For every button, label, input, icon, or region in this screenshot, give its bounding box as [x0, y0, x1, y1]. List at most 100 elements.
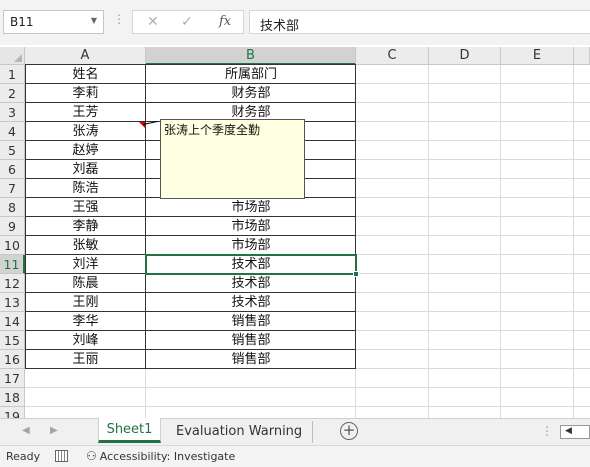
gridline-vertical — [428, 65, 429, 418]
cell-a9[interactable]: 李静 — [25, 217, 146, 236]
scroll-left-icon[interactable]: ◀ — [565, 426, 572, 436]
row-header-18[interactable]: 18 — [0, 388, 25, 407]
drag-handle-icon[interactable]: ⋮ — [113, 12, 125, 26]
table-border-horizontal — [25, 368, 356, 369]
row-header-13[interactable]: 13 — [0, 293, 25, 312]
table-border-horizontal — [25, 235, 356, 236]
sheet-tab-evaluation-warning[interactable]: Evaluation Warning — [166, 421, 314, 443]
cell-a15[interactable]: 刘峰 — [25, 331, 146, 350]
cell-a5[interactable]: 赵婷 — [25, 141, 146, 160]
cell-b16[interactable]: 销售部 — [146, 350, 356, 369]
row-header-8[interactable]: 8 — [0, 198, 25, 217]
accessibility-icon: ⚇ — [86, 449, 97, 463]
row-header-6[interactable]: 6 — [0, 160, 25, 179]
table-border-horizontal — [25, 311, 356, 312]
cell-a7[interactable]: 陈浩 — [25, 179, 146, 198]
gridline-vertical — [500, 65, 501, 418]
formula-input-value: 技术部 — [260, 19, 300, 34]
row-header-11[interactable]: 11 — [0, 255, 25, 274]
cell-b12[interactable]: 技术部 — [146, 274, 356, 293]
worksheet-grid[interactable]: A B C D E 1 2 3 4 5 6 7 8 9 10 11 12 13 14 15 16 17 18 19 姓名 所属部门… — [0, 47, 590, 418]
cell-a11[interactable]: 刘洋 — [25, 255, 146, 274]
table-border-vertical — [355, 64, 356, 369]
row-header-4[interactable]: 4 — [0, 122, 25, 141]
gridline-horizontal — [25, 406, 590, 407]
cell-b9[interactable]: 市场部 — [146, 217, 356, 236]
column-header-filler — [574, 47, 590, 65]
row-header-16[interactable]: 16 — [0, 350, 25, 369]
cell-a16[interactable]: 王丽 — [25, 350, 146, 369]
select-all-button[interactable] — [0, 47, 25, 65]
row-header-12[interactable]: 12 — [0, 274, 25, 293]
cell-a6[interactable]: 刘磊 — [25, 160, 146, 179]
fill-handle[interactable] — [353, 271, 359, 277]
formula-bar: B11 ▼ ⋮ ✕ ✓ fx 技术部 — [0, 0, 590, 45]
cell-b15[interactable]: 销售部 — [146, 331, 356, 350]
row-header-17[interactable]: 17 — [0, 369, 25, 388]
cell-b8[interactable]: 市场部 — [146, 198, 356, 217]
row-header-3[interactable]: 3 — [0, 103, 25, 122]
horizontal-scrollbar[interactable]: ◀ — [560, 425, 590, 439]
table-border-vertical — [145, 64, 146, 369]
scroll-tabs-right-icon[interactable]: ▶ — [50, 425, 58, 436]
gridline-horizontal — [25, 387, 590, 388]
insert-function-icon[interactable]: fx — [219, 14, 231, 29]
gridline-vertical — [573, 65, 574, 418]
cell-a2[interactable]: 李莉 — [25, 84, 146, 103]
table-border-horizontal — [25, 292, 356, 293]
status-ready: Ready — [6, 450, 41, 463]
column-header-b[interactable]: B — [146, 47, 356, 65]
cell-a4[interactable]: 张涛 — [25, 122, 146, 141]
split-handle-icon[interactable]: ⋮ — [541, 424, 553, 438]
scroll-tabs-left-icon[interactable]: ◀ — [22, 425, 30, 436]
cell-a13[interactable]: 王刚 — [25, 293, 146, 312]
cell-a14[interactable]: 李华 — [25, 312, 146, 331]
column-header-e[interactable]: E — [501, 47, 574, 65]
row-header-14[interactable]: 14 — [0, 312, 25, 331]
name-box-value: B11 — [10, 15, 34, 29]
table-border-horizontal — [25, 102, 356, 103]
macro-record-icon[interactable] — [55, 450, 68, 462]
cell-b13[interactable]: 技术部 — [146, 293, 356, 312]
cell-a3[interactable]: 王芳 — [25, 103, 146, 122]
row-header-7[interactable]: 7 — [0, 179, 25, 198]
add-sheet-icon[interactable]: + — [340, 422, 358, 440]
formula-buttons: ✕ ✓ fx — [132, 10, 244, 34]
sheet-tab-bar: ◀ ▶ Sheet1 Evaluation Warning + ⋮ ◀ — [0, 418, 590, 445]
comment-box[interactable]: 张涛上个季度全勤 — [160, 119, 305, 199]
accessibility-status[interactable]: ⚇ Accessibility: Investigate — [86, 449, 235, 463]
row-header-9[interactable]: 9 — [0, 217, 25, 236]
cancel-icon[interactable]: ✕ — [147, 14, 159, 30]
name-box[interactable]: B11 ▼ — [3, 10, 104, 34]
row-header-1[interactable]: 1 — [0, 65, 25, 84]
table-border-horizontal — [25, 330, 356, 331]
row-header-5[interactable]: 5 — [0, 141, 25, 160]
table-border-horizontal — [25, 64, 356, 65]
accessibility-label: Accessibility: Investigate — [99, 450, 236, 463]
column-header-c[interactable]: C — [356, 47, 429, 65]
cell-a1[interactable]: 姓名 — [25, 65, 146, 84]
cell-a8[interactable]: 王强 — [25, 198, 146, 217]
column-header-a[interactable]: A — [25, 47, 146, 65]
cell-a12[interactable]: 陈晨 — [25, 274, 146, 293]
enter-icon[interactable]: ✓ — [181, 14, 193, 30]
cell-b2[interactable]: 财务部 — [146, 84, 356, 103]
chevron-down-icon[interactable]: ▼ — [91, 16, 97, 25]
sheet-tab-sheet1[interactable]: Sheet1 — [98, 418, 161, 443]
row-header-10[interactable]: 10 — [0, 236, 25, 255]
table-border-horizontal — [25, 349, 356, 350]
row-header-2[interactable]: 2 — [0, 84, 25, 103]
formula-input[interactable]: 技术部 — [249, 10, 590, 34]
table-border-horizontal — [25, 216, 356, 217]
cell-b14[interactable]: 销售部 — [146, 312, 356, 331]
cell-b10[interactable]: 市场部 — [146, 236, 356, 255]
cell-b1[interactable]: 所属部门 — [146, 65, 356, 84]
row-header-15[interactable]: 15 — [0, 331, 25, 350]
cell-a10[interactable]: 张敏 — [25, 236, 146, 255]
column-header-d[interactable]: D — [429, 47, 501, 65]
active-cell-selection[interactable] — [145, 254, 359, 277]
table-border-horizontal — [25, 83, 356, 84]
status-bar: Ready ⚇ Accessibility: Investigate — [0, 445, 590, 467]
table-border-vertical — [25, 64, 26, 369]
row-header-19[interactable]: 19 — [0, 407, 25, 418]
